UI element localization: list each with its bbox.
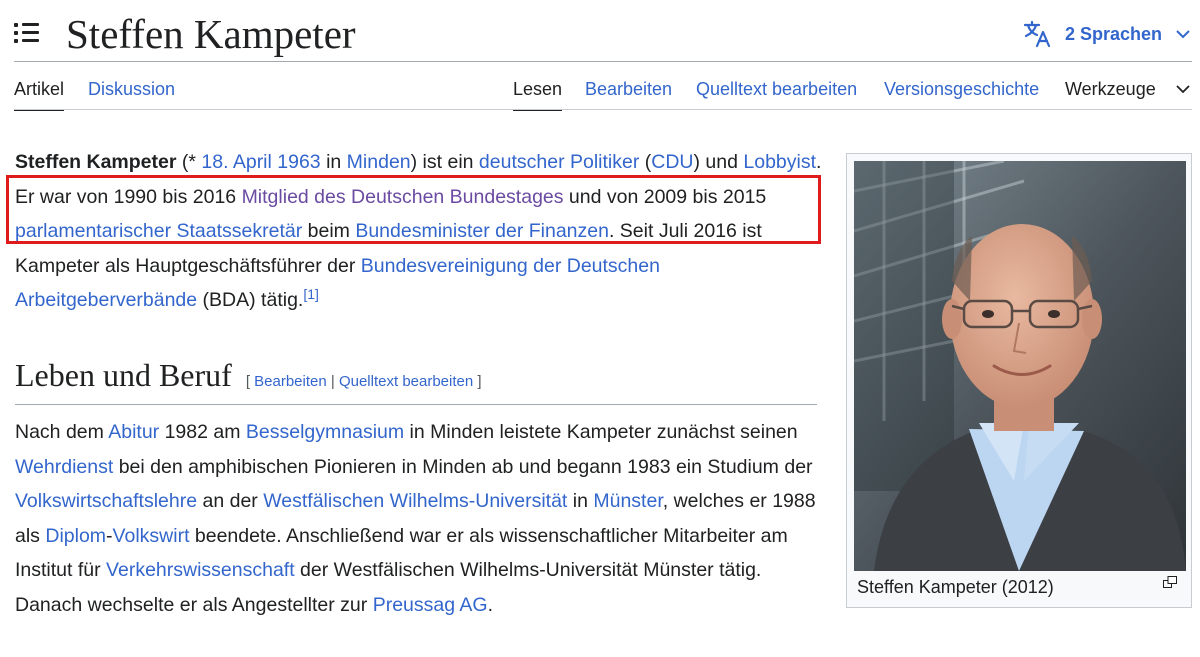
reference-link[interactable]: [1] (303, 286, 319, 302)
link-verkehrswissenschaft[interactable]: Verkehrswissenschaft (106, 559, 295, 581)
link-preussag[interactable]: Preussag AG (373, 594, 488, 616)
image-caption: Steffen Kampeter (2012) (857, 577, 1054, 597)
infobox-image: Steffen Kampeter (2012) (846, 153, 1192, 608)
tab-discussion[interactable]: Diskussion (88, 78, 175, 100)
text: in (320, 151, 347, 173)
text: und von 2009 bis 2015 (563, 185, 767, 208)
chevron-down-icon (1176, 30, 1190, 39)
separator: | (326, 373, 339, 390)
page-title: Steffen Kampeter (66, 11, 356, 57)
link-university[interactable]: Westfälischen Wilhelms-Universität (263, 490, 567, 512)
link-finanzminister[interactable]: Bundesminister der Finanzen (355, 220, 609, 242)
page-tabs: Artikel Diskussion Lesen Bearbeiten Quel… (0, 62, 1200, 111)
text: (* (176, 151, 202, 173)
text: . (487, 593, 494, 616)
table-of-contents-icon[interactable] (14, 20, 40, 46)
text: ( (639, 151, 652, 173)
tab-edit-source[interactable]: Quelltext bearbeiten (696, 78, 857, 100)
link-wehrdienst[interactable]: Wehrdienst (15, 456, 113, 478)
article-subject: Steffen Kampeter (15, 151, 177, 173)
link-abitur[interactable]: Abitur (108, 421, 159, 443)
portrait-illustration (854, 161, 1186, 571)
link-volkswirt[interactable]: Volkswirt (113, 525, 190, 547)
link-diplom[interactable]: Diplom (45, 525, 106, 547)
page-header: Steffen Kampeter 2 Sprachen (0, 0, 1200, 62)
link-gymnasium[interactable]: Besselgymnasium (246, 421, 404, 443)
section-title: Leben und Beruf (15, 357, 232, 393)
intro-paragraph: Steffen Kampeter (* 18. April 1963 in Mi… (15, 145, 830, 318)
enlarge-icon[interactable] (1163, 576, 1177, 588)
article-content: Steffen Kampeter (* 18. April 1963 in Mi… (15, 145, 830, 318)
tabs-divider (14, 109, 1192, 110)
biography-paragraph: Nach dem Abitur 1982 am Besselgymnasium … (15, 415, 830, 622)
portrait-photo[interactable] (854, 161, 1186, 571)
link-lobbyist[interactable]: Lobbyist (743, 151, 816, 173)
chevron-down-icon[interactable] (1176, 84, 1190, 94)
text: ) und (693, 151, 744, 173)
section-edit-links: [ Bearbeiten | Quelltext bearbeiten ] (246, 373, 482, 390)
language-button[interactable]: 2 Sprachen (1023, 18, 1190, 50)
section-heading: Leben und Beruf [ Bearbeiten | Quelltext … (15, 355, 817, 405)
text: 1982 am (159, 421, 246, 443)
link-vwl[interactable]: Volkswirtschaftslehre (15, 490, 197, 512)
text: beim (302, 220, 356, 242)
tab-history[interactable]: Versionsgeschichte (884, 78, 1039, 100)
text: in Minden leistete Kampeter zunächst sei… (404, 421, 798, 443)
tools-menu[interactable]: Werkzeuge (1065, 78, 1156, 100)
link-politician[interactable]: deutscher Politiker (479, 151, 639, 173)
link-birth-date[interactable]: 18. April 1963 (201, 151, 320, 173)
tab-article[interactable]: Artikel (14, 78, 65, 111)
link-bundestag[interactable]: Mitglied des Deutschen Bundestages (242, 186, 564, 208)
text: bei den amphibischen Pionieren in Minden… (113, 455, 813, 478)
tab-read[interactable]: Lesen (513, 78, 563, 111)
bracket: ] (473, 373, 482, 390)
link-birth-place[interactable]: Minden (347, 151, 411, 173)
section-edit-link[interactable]: Bearbeiten (254, 373, 327, 390)
bracket: [ (245, 373, 255, 390)
language-count-label: 2 Sprachen (1064, 23, 1162, 44)
tab-edit[interactable]: Bearbeiten (585, 78, 672, 100)
text: Nach dem (15, 421, 109, 443)
link-party[interactable]: CDU (651, 151, 693, 173)
translate-icon (1023, 20, 1051, 48)
link-muenster[interactable]: Münster (593, 490, 662, 512)
text: ) ist ein (410, 151, 479, 173)
text: an der (197, 490, 264, 512)
link-staatssekretaer[interactable]: parlamentarischer Staatssekretär (15, 220, 302, 242)
text: in (567, 490, 594, 512)
text: (BDA) tätig. (197, 289, 304, 311)
section-edit-source-link[interactable]: Quelltext bearbeiten (339, 373, 473, 390)
